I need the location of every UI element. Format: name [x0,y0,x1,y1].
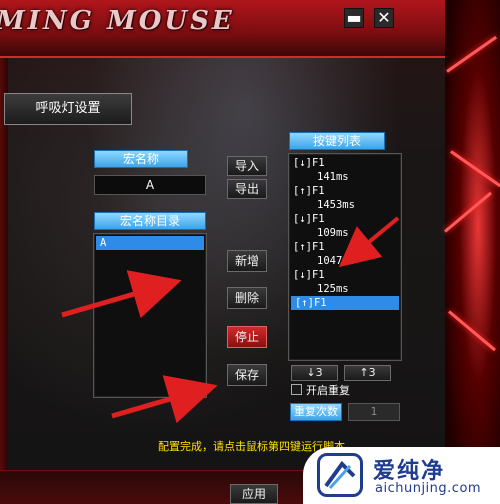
macro-directory-item[interactable]: A [96,236,204,250]
watermark: 爱纯净 aichunjing.com [303,447,500,504]
repeat-count-input[interactable]: 1 [348,403,400,421]
right-glow-decoration [444,0,500,504]
macro-directory-list[interactable]: A [93,233,207,398]
import-button[interactable]: 导入 [227,156,267,176]
delete-button[interactable]: 删除 [227,287,267,309]
minimize-button[interactable]: ▬ [344,8,364,28]
export-button[interactable]: 导出 [227,179,267,199]
key-list-panel[interactable]: [↓]F1 141ms [↑]F1 1453ms [↓]F1 109ms [↑]F1 1047… [288,153,402,361]
down-count-button[interactable]: ↓3 [291,365,338,381]
key-list-key-row[interactable]: [↓]F1 [289,156,401,170]
watermark-logo-icon [317,453,363,497]
key-list-delay-row[interactable]: 125ms [289,282,401,296]
glow-line [448,310,496,352]
key-list-key-row[interactable]: [↑]F1 [289,184,401,198]
add-button[interactable]: 新增 [227,250,267,272]
macro-directory-header: 宏名称目录 [94,212,206,230]
key-list-delay-row[interactable]: 141ms [289,170,401,184]
glow-line [450,150,500,188]
glow-line [444,191,492,233]
watermark-url: aichunjing.com [375,481,482,496]
stop-button[interactable]: 停止 [227,326,267,348]
macro-name-input[interactable]: A [94,175,206,195]
close-button[interactable]: ✕ [374,8,394,28]
key-list-delay-row[interactable]: 1453ms [289,198,401,212]
save-button[interactable]: 保存 [227,364,267,386]
glow-line [446,35,498,73]
repeat-count-label: 重复次数 [290,403,342,421]
key-list-key-row[interactable]: [↑]F1 [289,240,401,254]
apply-button[interactable]: 应用 [230,484,278,504]
loop-checkbox[interactable] [291,384,302,395]
key-list-key-row[interactable]: [↑]F1 [291,296,399,310]
macro-name-header: 宏名称 [94,150,188,168]
loop-label: 开启重复 [306,384,350,397]
up-count-button[interactable]: ↑3 [344,365,391,381]
brand-title: MING MOUSE [0,6,235,36]
key-list-key-row[interactable]: [↓]F1 [289,212,401,226]
key-list-delay-row[interactable]: 109ms [289,226,401,240]
key-list-header: 按键列表 [289,132,385,150]
key-list-key-row[interactable]: [↓]F1 [289,268,401,282]
breath-light-settings-button[interactable]: 呼吸灯设置 [4,93,132,125]
key-list-delay-row[interactable]: 1047ms [289,254,401,268]
